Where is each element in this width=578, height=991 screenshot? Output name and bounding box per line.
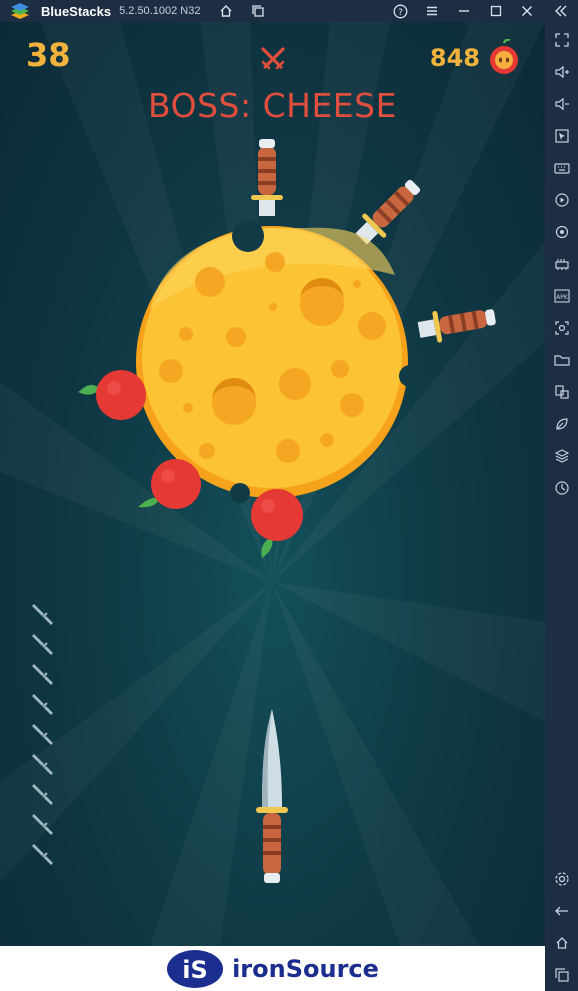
home-icon[interactable] bbox=[545, 929, 578, 957]
macro-icon[interactable] bbox=[545, 474, 578, 502]
remaining-knives bbox=[31, 603, 54, 866]
record-icon[interactable] bbox=[545, 186, 578, 214]
menu-icon[interactable] bbox=[421, 0, 443, 22]
svg-text:?: ? bbox=[398, 8, 403, 18]
stuck-knife bbox=[251, 139, 283, 216]
apk-icon[interactable]: APK bbox=[545, 282, 578, 310]
keyboard-icon[interactable] bbox=[545, 154, 578, 182]
emulator-sidebar: APK bbox=[545, 22, 578, 991]
maximize-icon[interactable] bbox=[485, 0, 507, 22]
svg-text:APK: APK bbox=[556, 294, 569, 301]
recent-apps-icon[interactable] bbox=[545, 961, 578, 989]
settings-icon[interactable] bbox=[545, 865, 578, 893]
cheese-boss-target[interactable] bbox=[60, 132, 510, 592]
screenshot-icon[interactable] bbox=[545, 314, 578, 342]
ad-brand-text: ironSource bbox=[232, 954, 379, 983]
multi-instance-icon[interactable] bbox=[545, 378, 578, 406]
stuck-knife bbox=[416, 300, 498, 346]
eco-mode-icon[interactable] bbox=[545, 410, 578, 438]
apple-icon bbox=[490, 39, 518, 74]
apple-pickup bbox=[251, 489, 303, 558]
knife-indicator-icon bbox=[31, 693, 54, 716]
ironsource-logo-icon: iS bbox=[167, 949, 224, 988]
layers-icon[interactable] bbox=[545, 442, 578, 470]
apple-pickup bbox=[78, 370, 146, 420]
title-bar: BlueStacks 5.2.50.1002 N32 ? bbox=[0, 0, 578, 22]
ad-banner[interactable]: iS ironSource bbox=[0, 946, 545, 991]
bluestacks-logo-icon bbox=[11, 3, 29, 19]
close-icon[interactable] bbox=[516, 0, 538, 22]
home-icon[interactable] bbox=[215, 0, 237, 22]
knife-indicator-icon bbox=[31, 723, 54, 746]
crossed-swords-icon bbox=[261, 47, 285, 70]
knife-indicator-icon bbox=[31, 633, 54, 656]
location-icon[interactable] bbox=[545, 218, 578, 246]
knife-indicator-icon bbox=[31, 783, 54, 806]
knife-indicator-icon bbox=[31, 753, 54, 776]
collapse-sidebar-icon[interactable] bbox=[550, 0, 572, 22]
fullscreen-icon[interactable] bbox=[545, 26, 578, 54]
game-screen[interactable]: 38 848 BOSS: CHEESE bbox=[0, 22, 545, 946]
app-version: 5.2.50.1002 N32 bbox=[119, 5, 201, 17]
performance-icon[interactable] bbox=[545, 250, 578, 278]
folder-icon[interactable] bbox=[545, 346, 578, 374]
knife-indicator-icon bbox=[31, 663, 54, 686]
multi-instance-icon[interactable] bbox=[247, 0, 269, 22]
volume-up-icon[interactable] bbox=[545, 58, 578, 86]
pointer-icon[interactable] bbox=[545, 122, 578, 150]
knife-indicator-icon bbox=[31, 843, 54, 866]
level-counter: 38 bbox=[26, 36, 71, 74]
apple-pickup bbox=[138, 459, 201, 509]
ad-logo-letters: iS bbox=[182, 956, 208, 984]
boss-title: BOSS: CHEESE bbox=[148, 86, 397, 125]
knife-indicator-icon bbox=[31, 603, 54, 626]
app-name: BlueStacks bbox=[41, 3, 112, 19]
volume-down-icon[interactable] bbox=[545, 90, 578, 118]
knife-indicator-icon bbox=[31, 813, 54, 836]
apple-counter: 848 bbox=[429, 44, 480, 72]
minimize-icon[interactable] bbox=[453, 0, 475, 22]
help-icon[interactable]: ? bbox=[389, 0, 411, 22]
back-icon[interactable] bbox=[545, 897, 578, 925]
player-knife[interactable] bbox=[250, 707, 294, 887]
